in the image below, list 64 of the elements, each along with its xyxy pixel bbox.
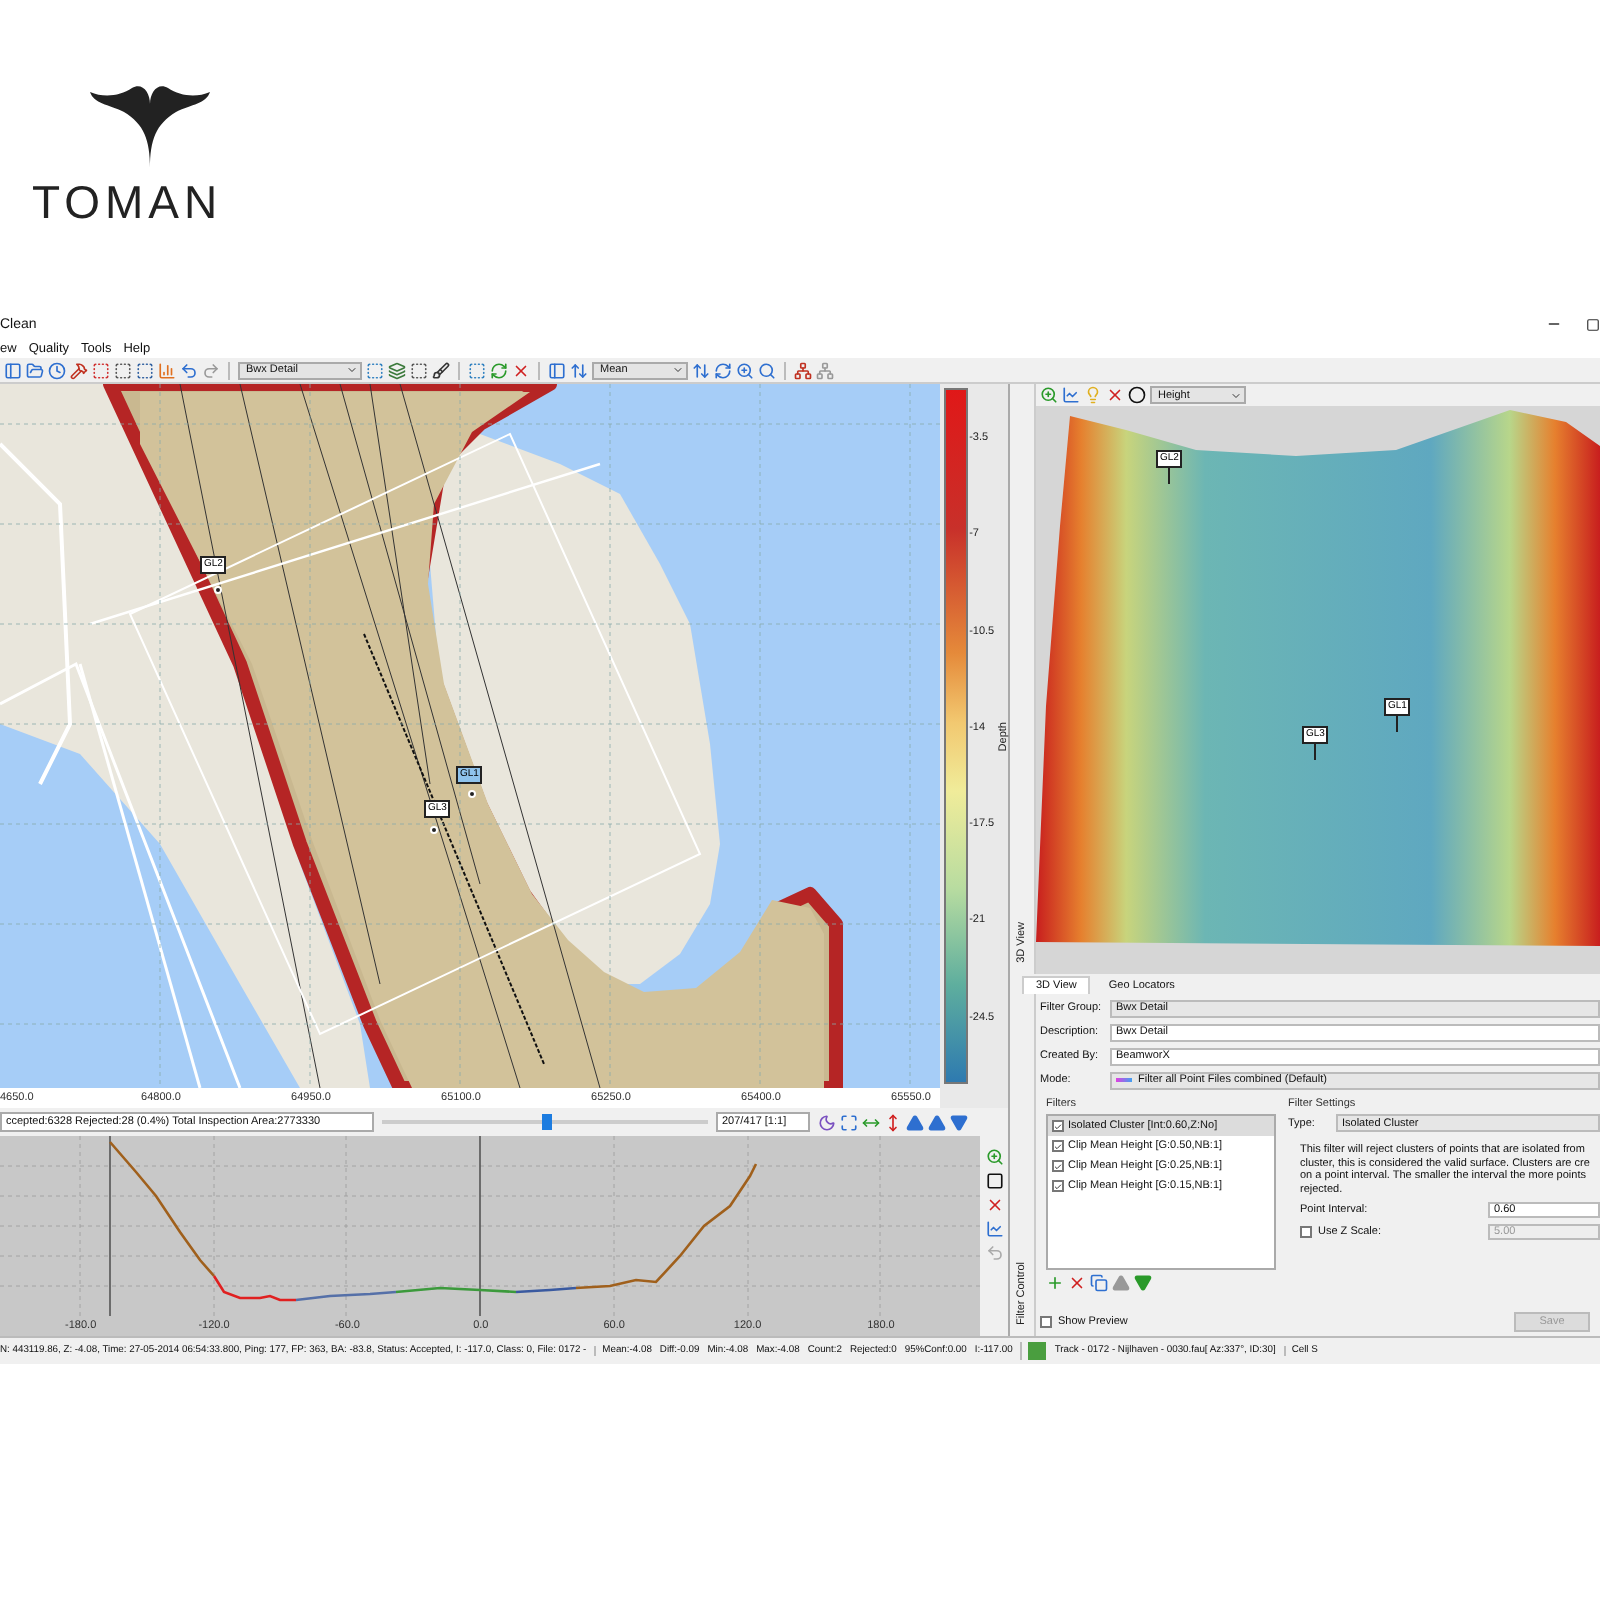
brush-icon[interactable] (432, 361, 450, 379)
network-icon[interactable] (816, 361, 834, 379)
undo-icon[interactable] (180, 361, 198, 379)
copy-icon[interactable] (1090, 1274, 1108, 1292)
zoom-in-icon[interactable] (736, 361, 754, 379)
dashed-square-icon[interactable] (366, 361, 384, 379)
moon-icon[interactable] (818, 1113, 836, 1131)
pin-icon (468, 790, 476, 798)
triangle-down-icon[interactable] (950, 1113, 968, 1131)
circle-icon[interactable] (1128, 386, 1146, 404)
network-icon[interactable] (794, 361, 812, 379)
dashed-square-icon[interactable] (114, 361, 132, 379)
line-chart-icon[interactable] (985, 1220, 1003, 1238)
checkbox[interactable] (1300, 1225, 1312, 1237)
line-chart-icon[interactable] (1062, 386, 1080, 404)
position-slider[interactable] (382, 1112, 708, 1132)
folder-icon[interactable] (26, 361, 44, 379)
plus-icon[interactable] (1046, 1274, 1064, 1292)
dashed-square-icon[interactable] (410, 361, 428, 379)
slider-thumb[interactable] (541, 1114, 551, 1130)
arrows-icon[interactable] (692, 361, 710, 379)
panel-icon[interactable] (4, 361, 22, 379)
checkbox[interactable] (1052, 1120, 1064, 1132)
leader-line (1314, 742, 1316, 760)
dashed-square-icon[interactable] (136, 361, 154, 379)
checkbox[interactable] (1040, 1316, 1052, 1328)
caret-icon (672, 364, 684, 376)
leader-line (1168, 466, 1170, 484)
triangle-up-icon[interactable] (1112, 1274, 1130, 1292)
vertical-arrows-icon[interactable] (884, 1113, 902, 1131)
panel-icon[interactable] (548, 361, 566, 379)
pin-icon (430, 826, 438, 834)
layers-icon[interactable] (388, 361, 406, 379)
pin-icon (214, 586, 222, 594)
maximize-icon[interactable] (1586, 317, 1600, 331)
cross-icon[interactable] (1106, 386, 1124, 404)
bar-chart-icon[interactable] (158, 361, 176, 379)
checkbox[interactable] (1052, 1180, 1064, 1192)
zoom-in-icon[interactable] (1040, 386, 1058, 404)
expand-icon[interactable] (840, 1113, 858, 1131)
refresh-icon[interactable] (714, 361, 732, 379)
refresh-icon[interactable] (490, 361, 508, 379)
track-color-swatch (1028, 1342, 1047, 1360)
checkbox[interactable] (1052, 1140, 1064, 1152)
cross-icon[interactable] (1068, 1274, 1086, 1292)
color-strip-icon (1116, 1078, 1132, 1082)
checkbox[interactable] (1052, 1160, 1064, 1172)
square-icon[interactable] (985, 1172, 1003, 1190)
cross-icon[interactable] (985, 1196, 1003, 1214)
caret-icon (346, 364, 358, 376)
clock-icon[interactable] (48, 361, 66, 379)
caret-icon (1230, 389, 1242, 401)
triangle-down-icon[interactable] (1134, 1274, 1152, 1292)
arrows-icon[interactable] (570, 361, 588, 379)
logo-text: TOMAN (32, 180, 223, 226)
redo-icon[interactable] (202, 361, 220, 379)
horizontal-arrows-icon[interactable] (862, 1113, 880, 1131)
zoom-in-icon[interactable] (985, 1148, 1003, 1166)
leader-line (1396, 714, 1398, 732)
search-icon[interactable] (758, 361, 776, 379)
hammer-icon[interactable] (70, 361, 88, 379)
cross-icon[interactable] (512, 361, 530, 379)
dashed-square-icon[interactable] (92, 361, 110, 379)
dashed-square-icon[interactable] (468, 361, 486, 379)
